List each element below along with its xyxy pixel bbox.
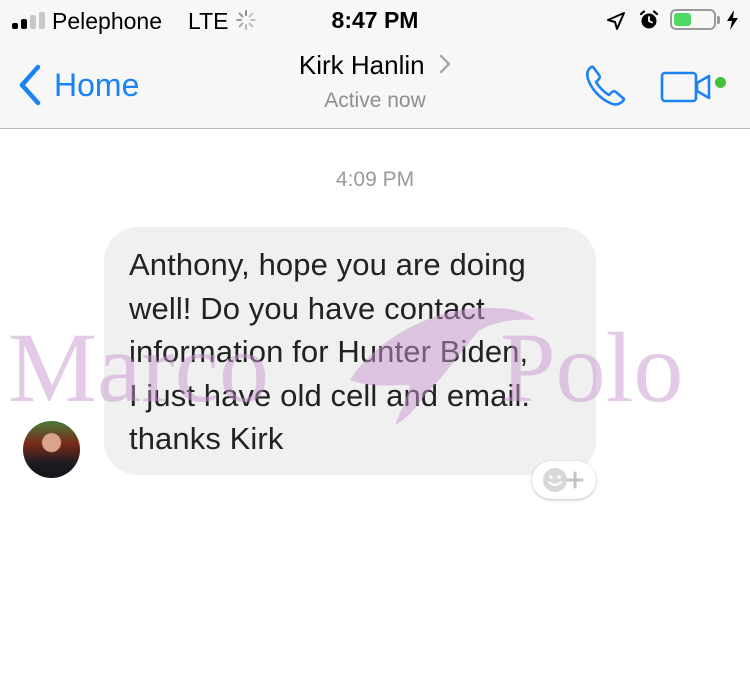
- battery-icon: [670, 9, 716, 30]
- video-camera-icon[interactable]: [660, 70, 716, 104]
- emoji-add-icon: [543, 468, 584, 492]
- message-line: I just have old cell and email.: [129, 377, 531, 413]
- message-timestamp: 4:09 PM: [335, 168, 415, 191]
- online-indicator: [715, 77, 726, 88]
- message-line: thanks Kirk: [129, 421, 284, 457]
- message-bubble[interactable]: Anthony, hope you are doing well! Do you…: [104, 227, 596, 475]
- contact-name: Kirk Hanlin: [298, 50, 425, 80]
- message-line: well! Do you have contact: [129, 290, 485, 326]
- battery-cap: [717, 16, 720, 24]
- location-arrow-icon: [607, 12, 625, 30]
- presence-status: Active now: [324, 89, 426, 112]
- avatar[interactable]: [23, 421, 80, 478]
- status-bar: Pelephone LTE 8:47 PM: [0, 0, 750, 40]
- message-line: Anthony, hope you are doing: [129, 247, 526, 282]
- chevron-right-icon: [439, 50, 451, 81]
- add-reaction-button[interactable]: [532, 461, 596, 499]
- contact-info[interactable]: Kirk Hanlin Active now: [0, 50, 750, 113]
- charging-bolt-icon: [727, 10, 738, 30]
- phone-icon[interactable]: [582, 62, 630, 110]
- alarm-clock-icon: [639, 10, 659, 29]
- conversation-header: Home Kirk Hanlin Active now: [0, 40, 750, 129]
- message-line: information for Hunter Biden,: [129, 334, 529, 370]
